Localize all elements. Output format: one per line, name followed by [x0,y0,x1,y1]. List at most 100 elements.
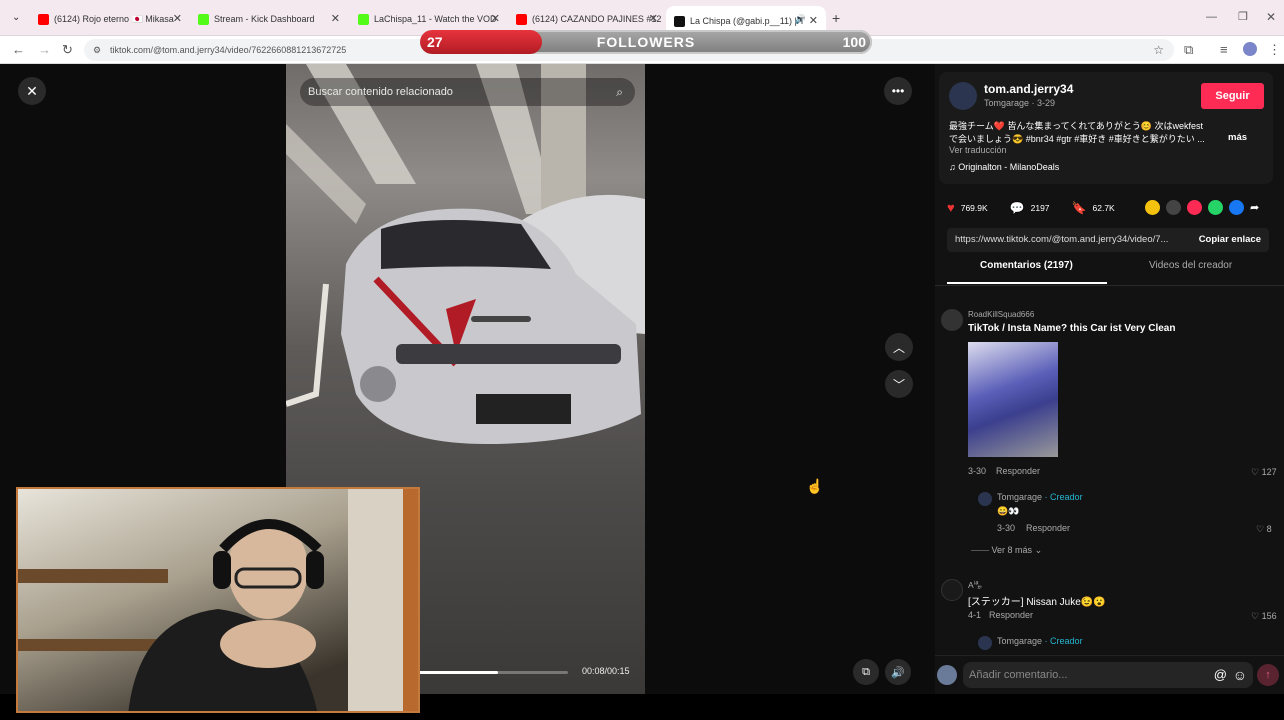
share-arrow-icon[interactable]: ➦ [1250,201,1259,214]
video-progress-fill [418,671,498,674]
creator-badge: Creador [1050,636,1083,646]
copy-link-button[interactable]: Copiar enlace [1199,228,1261,252]
mention-icon[interactable]: @ [1214,662,1227,688]
minimize-icon[interactable]: — [1206,11,1217,23]
comment-count: 2197 [1030,202,1050,213]
tab-underline [947,282,1107,284]
tab-list-chevron-icon[interactable]: ⌄ [12,12,20,23]
comment-input[interactable]: Añadir comentario... @ ☺ [963,662,1253,688]
comment-likes[interactable]: ♡ 8 [1256,524,1272,535]
tab-comments[interactable]: Comentarios (2197) [980,260,1112,282]
comment-user[interactable]: A🈀 [968,579,982,591]
follow-button[interactable]: Seguir [1201,83,1264,109]
reload-icon[interactable]: ↻ [62,42,73,58]
streamer-webcam-image [18,489,418,711]
browser-tab[interactable]: LaChispa_11 - Watch the VOD ✕ [350,8,508,30]
avatar[interactable] [941,579,963,601]
repost-icon[interactable] [1145,200,1160,215]
details-panel: tom.and.jerry34 Tomgarage · 3-29 Seguir … [935,64,1284,694]
avatar[interactable] [978,492,992,506]
back-icon[interactable]: ← [12,42,25,57]
followers-current: 27 [427,34,443,50]
caption-more-link[interactable]: más [1228,132,1247,143]
tab-creator-videos[interactable]: Videos del creador [1149,260,1232,282]
heart-outline-icon: ♡ [1251,467,1260,477]
emoji-icon[interactable]: ☺ [1233,662,1247,688]
like-count: 769.9K [960,202,988,213]
youtube-icon [38,13,49,25]
save-count: 62.7K [1092,202,1115,213]
profile-avatar[interactable] [1243,42,1257,56]
video-link-box[interactable]: https://www.tiktok.com/@tom.and.jerry34/… [947,228,1269,252]
view-more-replies[interactable]: Ver 8 más ⌄ [971,545,1042,556]
like-heart-icon[interactable]: ♥ [947,200,955,215]
new-tab-button[interactable]: + [832,10,840,26]
more-options-button[interactable]: ••• [884,77,912,105]
browser-tab[interactable]: (6124) CAZANDO PAJINES #12 ✕ [508,8,666,30]
maximize-icon[interactable]: ❐ [1238,10,1248,23]
followers-goal-label: FOLLOWERS [596,34,696,50]
comment-sticker-image[interactable] [968,342,1058,457]
forward-icon[interactable]: → [38,42,51,57]
author-display: Tomgarage · 3-29 [984,98,1056,108]
facebook-icon[interactable] [1229,200,1244,215]
bookmark-star-icon[interactable]: ☆ [1153,39,1164,61]
tiktok-icon [674,15,685,27]
close-tab-icon[interactable]: ✕ [173,12,182,25]
whatsapp-icon[interactable] [1208,200,1223,215]
author-username[interactable]: tom.and.jerry34 [984,82,1073,96]
comment-text: 😀👀 [997,506,1020,516]
picture-in-picture-button[interactable]: ⧉ [853,659,879,685]
comment-user[interactable]: Tomgarage [997,492,1042,502]
browser-tab[interactable]: (6124) Rojo eterno 🇯🇵 Mikasa ✕ [30,8,190,30]
divider [935,285,1284,286]
mouse-cursor-icon: ☝ [806,478,824,494]
reply-link[interactable]: Responder [989,610,1033,620]
send-icon[interactable] [1187,200,1202,215]
avatar[interactable] [941,309,963,331]
webcam-overlay [16,487,420,713]
comment-icon[interactable]: 💬 [1010,201,1025,215]
next-video-button[interactable]: ﹀ [885,370,913,398]
avatar [937,665,957,685]
bookmark-icon[interactable]: 🔖 [1072,201,1087,215]
translate-link[interactable]: Ver traducción [949,145,1007,155]
browser-tab[interactable]: Stream - Kick Dashboard ✕ [190,8,348,30]
speaker-icon: 🔊 [794,14,806,24]
previous-video-button[interactable]: ︿ [885,333,913,361]
reply-link[interactable]: Responder [996,466,1040,476]
author-avatar[interactable] [949,82,977,110]
search-icon[interactable]: ⌕ [616,78,623,106]
reply-link[interactable]: Responder [1026,523,1070,533]
close-window-icon[interactable]: ✕ [1266,10,1276,24]
video-progress-track[interactable] [418,671,568,674]
comment-likes[interactable]: ♡ 127 [1251,467,1277,478]
comment-user[interactable]: RoadKillSquad666 [968,310,1034,319]
chevron-down-icon: ⌄ [1034,545,1043,555]
music-row[interactable]: ♫ Originalton - MilanoDeals [949,162,1059,172]
volume-button[interactable]: 🔊 [885,659,911,685]
music-note-icon: ♫ [949,162,956,172]
site-info-icon[interactable]: ⚙ [93,39,101,61]
send-comment-icon[interactable]: ↑ [1257,664,1279,686]
comment-date: 3-30 [968,466,987,476]
followers-goal-bar: FOLLOWERS 27 100 [420,30,872,54]
comment-user[interactable]: Tomgarage [997,636,1042,646]
embed-icon[interactable] [1166,200,1181,215]
extensions-icon[interactable]: ⧉ [1184,42,1193,58]
close-tab-icon[interactable]: ✕ [649,12,658,25]
comment-text: [ステッカー] Nissan Juke😉😮 [968,597,1106,608]
close-viewer-button[interactable]: ✕ [18,77,46,105]
close-tab-icon[interactable]: ✕ [491,12,500,25]
comment-date: 4-1 [968,610,982,620]
avatar[interactable] [978,636,992,650]
comment-date: 3-30 [997,523,1016,533]
menu-icon[interactable]: ⋮ [1268,42,1281,58]
close-tab-icon[interactable]: ✕ [809,14,818,27]
heart-outline-icon: ♡ [1251,611,1260,621]
close-tab-icon[interactable]: ✕ [331,12,340,25]
media-icon[interactable]: ≡ [1220,42,1228,57]
related-search-input[interactable]: Buscar contenido relacionado ⌕ [300,78,635,106]
comment-likes[interactable]: ♡ 156 [1251,611,1277,622]
comment-bar: Añadir comentario... @ ☺ ↑ [935,655,1284,693]
